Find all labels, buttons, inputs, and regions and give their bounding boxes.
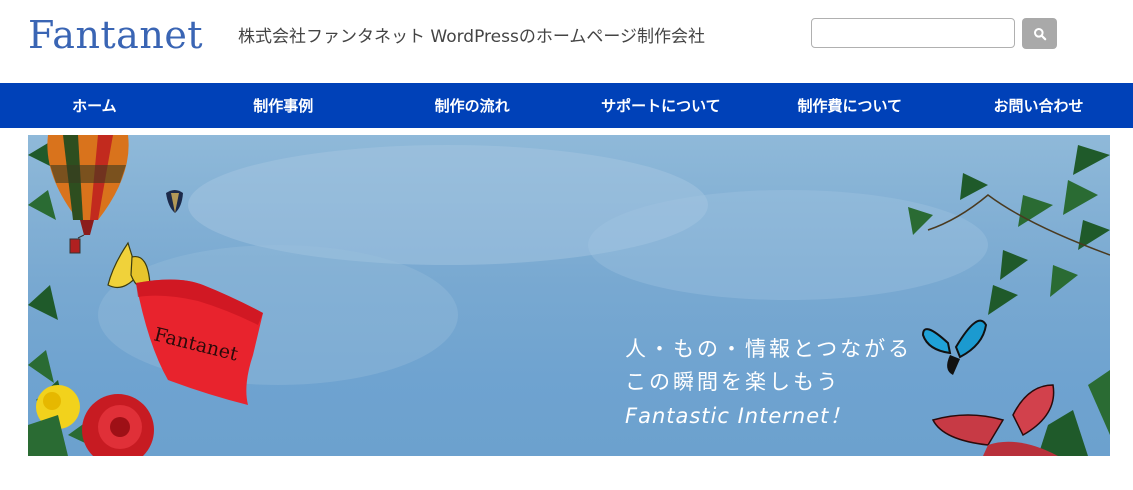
search-input[interactable] xyxy=(811,18,1015,48)
site-tagline: 株式会社ファンタネット WordPressのホームページ制作会社 xyxy=(238,27,705,47)
nav-item-pricing[interactable]: 制作費について xyxy=(755,83,944,128)
nav-item-flow[interactable]: 制作の流れ xyxy=(378,83,567,128)
hero-banner: Fantanet 人・もの・情報とつながる この瞬間を楽しもう Fantasti… xyxy=(28,135,1110,456)
hot-air-balloon-icon xyxy=(47,135,129,254)
red-butterfly-icon xyxy=(931,384,1058,456)
hero-headline-1: 人・もの・情報とつながる xyxy=(625,337,913,361)
hero-illustration: Fantanet xyxy=(28,135,1110,456)
nav-item-contact[interactable]: お問い合わせ xyxy=(944,83,1133,128)
nav-item-home[interactable]: ホーム xyxy=(0,83,189,128)
ivy-right-icon xyxy=(908,145,1110,456)
main-nav: ホーム 制作事例 制作の流れ サポートについて 制作費について お問い合わせ xyxy=(0,83,1133,128)
hero-headline-3: Fantastic Internet！ xyxy=(625,404,852,428)
search-button[interactable] xyxy=(1022,18,1057,49)
yellow-butterfly-icon xyxy=(107,241,151,288)
small-balloon-icon xyxy=(166,190,183,213)
nav-item-works[interactable]: 制作事例 xyxy=(189,83,378,128)
blue-butterfly-icon xyxy=(921,319,988,375)
flowers-icon xyxy=(28,385,154,456)
hero-headline-2: この瞬間を楽しもう xyxy=(625,370,841,394)
search-icon xyxy=(1033,27,1046,40)
site-header: Fantanet 株式会社ファンタネット WordPressのホームページ制作会… xyxy=(0,0,1133,83)
site-logo[interactable]: Fantanet xyxy=(28,12,203,58)
nav-item-support[interactable]: サポートについて xyxy=(566,83,755,128)
